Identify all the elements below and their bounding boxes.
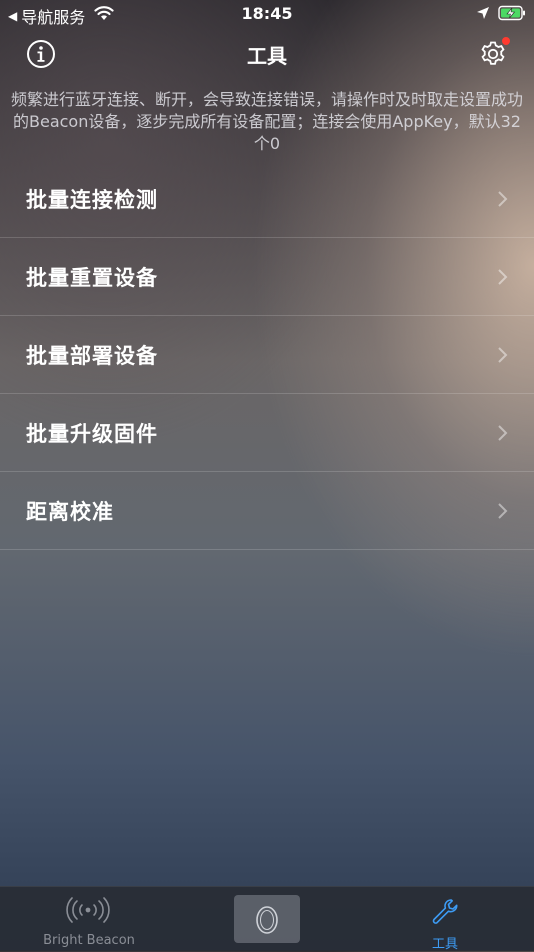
menu-item-label: 批量连接检测 [26, 187, 158, 212]
chevron-right-icon [498, 347, 508, 363]
menu-item-label: 批量重置设备 [26, 265, 158, 290]
menu-item-batch-connect-check[interactable]: 批量连接检测 [0, 160, 534, 238]
status-time: 18:45 [241, 4, 293, 23]
chevron-right-icon [498, 425, 508, 441]
battery-charging-icon [498, 5, 525, 21]
chevron-right-icon [498, 269, 508, 285]
wrench-icon [432, 899, 458, 924]
tab-bright-beacon[interactable]: Bright Beacon [0, 887, 178, 951]
notice-text: 频繁进行蓝牙连接、断开，会导致连接错误，请操作时及时取走设置成功的Beacon设… [10, 90, 523, 153]
page-title: 工具 [247, 44, 287, 68]
menu-item-distance-calibration[interactable]: 距离校准 [0, 472, 534, 550]
tab-center-button[interactable] [234, 895, 300, 943]
menu-item-batch-reset[interactable]: 批量重置设备 [0, 238, 534, 316]
location-arrow-icon [477, 7, 489, 19]
tab-label: Bright Beacon [43, 933, 135, 948]
tools-menu-list: 批量连接检测 批量重置设备 批量部署设备 批量升级固件 距离校准 [0, 160, 534, 550]
menu-item-label: 距离校准 [26, 499, 114, 524]
menu-item-label: 批量升级固件 [26, 421, 158, 446]
chevron-right-icon [498, 503, 508, 519]
beacon-signal-icon [66, 897, 110, 923]
menu-item-batch-deploy[interactable]: 批量部署设备 [0, 316, 534, 394]
settings-button[interactable] [478, 37, 510, 69]
menu-item-batch-firmware-upgrade[interactable]: 批量升级固件 [0, 394, 534, 472]
chevron-right-icon [498, 191, 508, 207]
status-bar: ◀ 导航服务 18:45 [0, 0, 534, 28]
tab-tools[interactable]: 工具 [356, 887, 534, 952]
tab-bar: Bright Beacon 工具 [0, 886, 534, 952]
tab-label: 工具 [431, 937, 458, 952]
notification-badge [502, 37, 510, 45]
egg-icon [256, 906, 278, 934]
navigation-bar: 工具 [0, 30, 534, 78]
menu-item-label: 批量部署设备 [26, 343, 158, 368]
